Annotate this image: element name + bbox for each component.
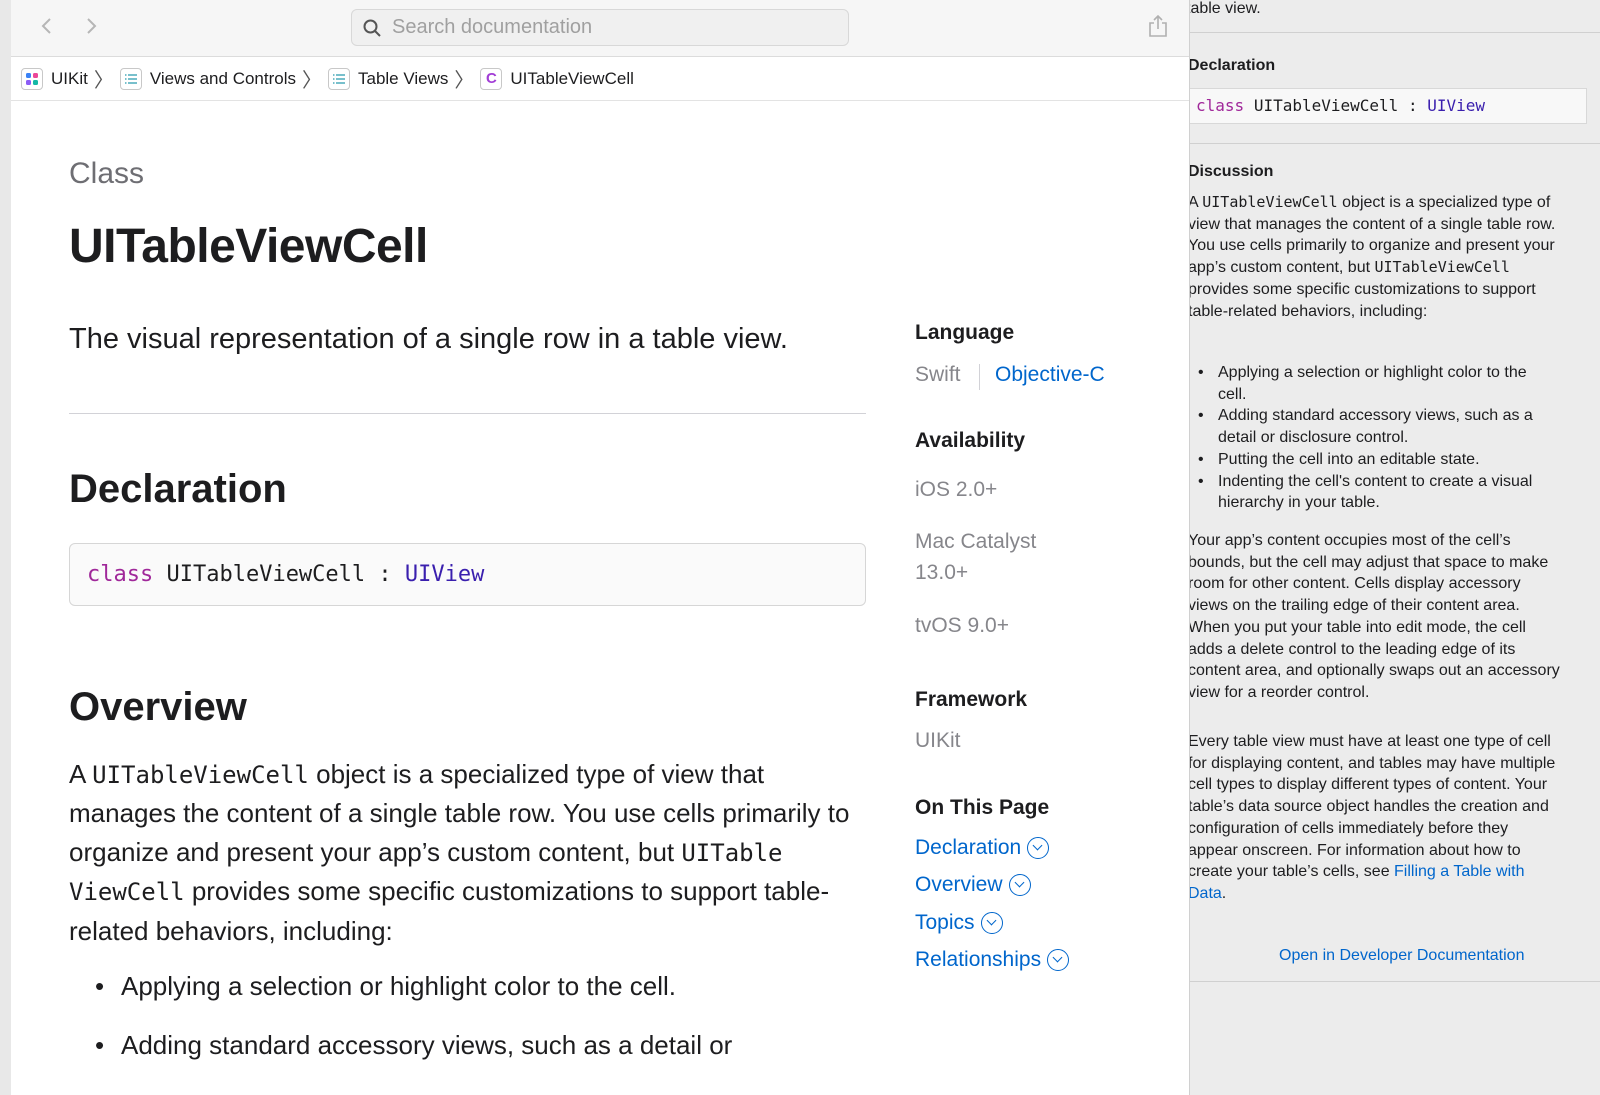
- list-item: Putting the cell into an editable state.: [1198, 449, 1558, 471]
- share-icon[interactable]: [1147, 14, 1169, 38]
- chevron-down-circle-icon: [1047, 949, 1070, 971]
- on-this-page-heading: On This Page: [915, 796, 1050, 819]
- code-keyword: class: [1196, 96, 1245, 115]
- framework-icon: [21, 67, 43, 90]
- chevron-down-circle-icon: [1008, 874, 1031, 896]
- availability-catalyst-version: 13.0+: [915, 561, 969, 584]
- list-item: Adding standard accessory views, such as…: [95, 1028, 875, 1087]
- framework-heading: Framework: [915, 688, 1028, 711]
- breadcrumb-separator-icon: 〉: [93, 70, 114, 92]
- breadcrumb-label: UITableViewCell: [510, 68, 634, 88]
- breadcrumb-item-uikit[interactable]: UIKit: [21, 67, 88, 90]
- overview-text: A: [69, 759, 93, 789]
- overview-paragraph: A UITableViewCell object is a specialize…: [69, 755, 869, 950]
- language-objc-link[interactable]: Objective-C: [995, 363, 1105, 387]
- list-item: Indenting the cell's content to create a…: [1198, 471, 1558, 514]
- documentation-window: UIKit 〉 Views and Controls 〉 T: [11, 0, 1190, 1095]
- chevron-down-circle-icon: [980, 912, 1003, 934]
- paragraph-text: .: [1221, 884, 1227, 902]
- inline-code: UITableViewCell: [92, 761, 309, 789]
- declaration-heading: Declaration: [69, 467, 287, 511]
- breadcrumb-item-views-and-controls[interactable]: Views and Controls: [119, 67, 296, 90]
- list-item: Applying a selection or highlight color …: [95, 969, 875, 1028]
- quick-help-paragraph: Your app’s content occupies most of the …: [1190, 532, 1560, 701]
- chevron-left-icon[interactable]: [33, 12, 61, 40]
- breadcrumb-item-uitableviewcell[interactable]: C UITableViewCell: [480, 67, 634, 90]
- quick-help-paragraph: A UITableViewCell object is a specialize…: [1190, 192, 1562, 322]
- inline-code: UITableViewCell: [1202, 193, 1338, 211]
- language-separator: [979, 364, 980, 390]
- inline-code: ViewCell: [69, 878, 185, 907]
- breadcrumb-separator-icon: 〉: [454, 70, 475, 92]
- availability-heading: Availability: [915, 429, 1026, 452]
- quick-help-declaration-code: class UITableViewCell : UIView: [1190, 88, 1587, 124]
- quick-help-paragraph: Every table view must have at least one …: [1190, 731, 1562, 905]
- code-keyword: class: [87, 562, 154, 587]
- list-icon: [119, 67, 142, 90]
- code-superclass-link[interactable]: UIView: [1427, 96, 1485, 115]
- on-this-page-topics-link[interactable]: Topics: [915, 911, 1003, 935]
- overview-heading: Overview: [69, 685, 247, 729]
- quick-help-summary-tail: table view.: [1190, 0, 1261, 17]
- list-item: Applying a selection or highlight color …: [1198, 362, 1558, 405]
- on-this-page-overview-link[interactable]: Overview: [915, 873, 1031, 897]
- divider: [1190, 143, 1600, 144]
- list-icon: [328, 67, 350, 90]
- symbol-kind: Class: [69, 157, 145, 190]
- code-superclass-link[interactable]: UIView: [405, 562, 484, 587]
- breadcrumb: UIKit 〉 Views and Controls 〉 Table Views…: [11, 57, 1189, 101]
- code-colon: :: [1407, 96, 1418, 115]
- divider: [69, 413, 866, 414]
- code-colon: :: [378, 562, 392, 587]
- link-label: Overview: [915, 873, 1003, 896]
- page-title: UITableViewCell: [69, 220, 428, 273]
- on-this-page-declaration-link[interactable]: Declaration: [915, 836, 1050, 860]
- link-label: Declaration: [915, 836, 1022, 859]
- inline-code: UITable: [681, 838, 783, 867]
- quick-help-discussion-heading: Discussion: [1190, 163, 1274, 180]
- declaration-code: class UITableViewCell : UIView: [69, 543, 866, 606]
- page-abstract: The visual representation of a single ro…: [69, 323, 788, 355]
- availability-catalyst: Mac Catalyst: [915, 530, 1037, 553]
- breadcrumb-separator-icon: 〉: [302, 70, 322, 92]
- quick-help-list: Applying a selection or highlight color …: [1198, 362, 1558, 514]
- divider: [1190, 981, 1600, 982]
- search-icon: [363, 19, 381, 37]
- language-heading: Language: [915, 321, 1015, 344]
- chevron-down-circle-icon: [1027, 837, 1050, 859]
- availability-ios: iOS 2.0+: [915, 478, 998, 501]
- link-label: Relationships: [915, 948, 1042, 971]
- quick-help-panel: table view. Declaration class UITableVie…: [1190, 0, 1600, 1095]
- list-item: Adding standard accessory views, such as…: [1198, 405, 1558, 448]
- availability-tvos: tvOS 9.0+: [915, 614, 1009, 637]
- main-content: Class UITableViewCell The visual represe…: [69, 101, 1179, 1095]
- on-this-page-relationships-link[interactable]: Relationships: [915, 948, 1070, 972]
- link-label: Topics: [915, 911, 975, 934]
- class-icon: C: [480, 67, 503, 90]
- search-input[interactable]: [392, 10, 832, 45]
- inline-code: UITableViewCell: [1374, 258, 1510, 277]
- overview-list: Applying a selection or highlight color …: [95, 969, 875, 1087]
- breadcrumb-label: Table Views: [358, 68, 449, 88]
- code-name: UITableViewCell: [166, 562, 366, 587]
- paragraph-text: Every table view must have at least one …: [1190, 733, 1556, 881]
- framework-value: UIKit: [915, 729, 961, 752]
- toolbar: [11, 0, 1189, 57]
- language-swift-link[interactable]: Swift: [915, 363, 961, 387]
- divider: [1190, 32, 1600, 33]
- breadcrumb-item-table-views[interactable]: Table Views: [328, 67, 449, 90]
- quick-help-declaration-heading: Declaration: [1190, 57, 1276, 74]
- window-edge: [0, 0, 11, 1095]
- code-name: UITableViewCell: [1253, 96, 1399, 115]
- search-field[interactable]: [351, 9, 849, 46]
- breadcrumb-label: Views and Controls: [149, 68, 296, 88]
- open-in-developer-documentation-link[interactable]: Open in Developer Documentation: [1279, 947, 1524, 965]
- paragraph-text: A: [1190, 194, 1198, 211]
- paragraph-text: provides some specific customizations to…: [1190, 280, 1536, 320]
- chevron-right-icon[interactable]: [77, 12, 105, 40]
- breadcrumb-label: UIKit: [51, 68, 88, 88]
